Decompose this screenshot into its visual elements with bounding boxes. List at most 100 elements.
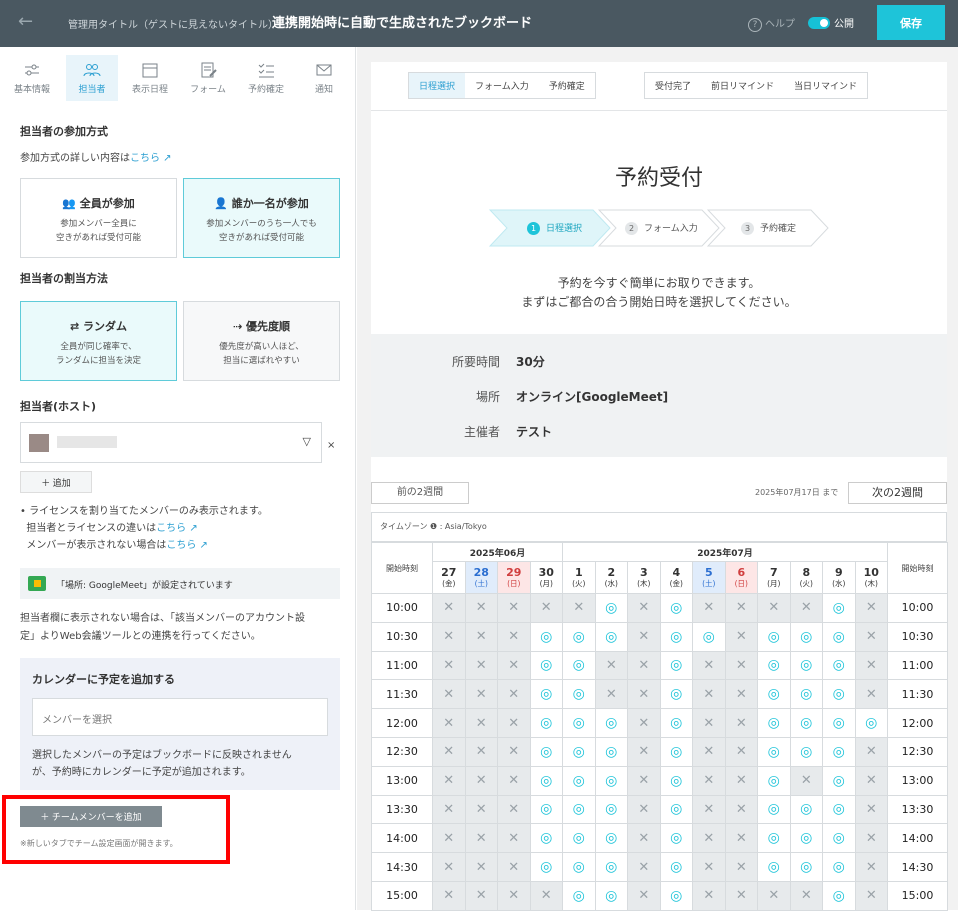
available-slot[interactable]: ◎ xyxy=(822,593,856,623)
available-slot[interactable]: ◎ xyxy=(659,794,694,825)
available-slot[interactable]: ◎ xyxy=(529,650,564,681)
step-tab-complete[interactable]: 受付完了 xyxy=(645,73,701,98)
tab-schedule[interactable]: 表示日程 xyxy=(124,55,176,101)
license-link[interactable]: こちら xyxy=(156,523,186,534)
available-slot[interactable]: ◎ xyxy=(789,708,824,738)
available-slot[interactable]: ◎ xyxy=(789,621,824,652)
option-random[interactable]: ⇄ ランダム 全員が同じ確率で、 ランダムに担当を決定 xyxy=(20,301,177,381)
available-slot[interactable]: ◎ xyxy=(822,736,856,767)
available-slot[interactable]: ◎ xyxy=(594,765,629,796)
available-slot[interactable]: ◎ xyxy=(692,621,726,652)
available-slot[interactable]: ◎ xyxy=(789,650,824,681)
available-slot[interactable]: ◎ xyxy=(529,679,564,710)
available-slot[interactable]: ◎ xyxy=(789,794,824,825)
available-slot[interactable]: ◎ xyxy=(854,708,889,738)
step-tab-confirm[interactable]: 予約確定 xyxy=(539,73,595,98)
available-slot[interactable]: ◎ xyxy=(659,679,694,710)
available-slot[interactable]: ◎ xyxy=(529,708,564,738)
available-slot[interactable]: ◎ xyxy=(529,765,564,796)
available-slot[interactable]: ◎ xyxy=(659,852,694,882)
available-slot[interactable]: ◎ xyxy=(562,621,596,652)
available-slot[interactable]: ◎ xyxy=(594,794,629,825)
available-slot[interactable]: ◎ xyxy=(562,650,596,681)
available-slot[interactable]: ◎ xyxy=(594,852,629,882)
available-slot[interactable]: ◎ xyxy=(594,621,629,652)
available-slot[interactable]: ◎ xyxy=(529,736,564,767)
next-two-weeks-button[interactable]: 次の2週間 xyxy=(848,482,947,504)
available-slot[interactable]: ◎ xyxy=(594,736,629,767)
available-slot[interactable]: ◎ xyxy=(789,852,824,882)
tab-basic-info[interactable]: 基本情報 xyxy=(6,55,58,101)
available-slot[interactable]: ◎ xyxy=(757,736,791,767)
add-host-button[interactable]: ＋ 追加 xyxy=(20,471,92,493)
available-slot[interactable]: ◎ xyxy=(822,823,856,854)
available-slot[interactable]: ◎ xyxy=(659,708,694,738)
tab-confirm[interactable]: 予約確定 xyxy=(240,55,292,101)
help-link[interactable]: ? ヘルプ xyxy=(748,15,795,32)
available-slot[interactable]: ◎ xyxy=(562,852,596,882)
available-slot[interactable]: ◎ xyxy=(529,823,564,854)
available-slot[interactable]: ◎ xyxy=(789,823,824,854)
member-select-input[interactable]: メンバーを選択 xyxy=(32,698,328,736)
tab-notification[interactable]: 通知 xyxy=(298,55,350,101)
available-slot[interactable]: ◎ xyxy=(562,823,596,854)
available-slot[interactable]: ◎ xyxy=(562,794,596,825)
available-slot[interactable]: ◎ xyxy=(562,765,596,796)
available-slot[interactable]: ◎ xyxy=(562,880,596,911)
available-slot[interactable]: ◎ xyxy=(757,621,791,652)
available-slot[interactable]: ◎ xyxy=(594,593,629,623)
available-slot[interactable]: ◎ xyxy=(789,679,824,710)
available-slot[interactable]: ◎ xyxy=(757,852,791,882)
available-slot[interactable]: ◎ xyxy=(659,593,694,623)
public-toggle[interactable] xyxy=(808,17,830,29)
prev-two-weeks-button[interactable]: 前の2週間 xyxy=(371,482,469,504)
board-title[interactable]: 連携開始時に自動で生成されたブックボード xyxy=(272,12,532,31)
available-slot[interactable]: ◎ xyxy=(822,765,856,796)
option-one-participate[interactable]: 👤 誰か一名が参加 参加メンバーのうち一人でも 空きがあれば受付可能 xyxy=(183,178,340,258)
available-slot[interactable]: ◎ xyxy=(562,708,596,738)
option-all-participate[interactable]: 👥 全員が参加 参加メンバー全員に 空きがあれば受付可能 xyxy=(20,178,177,258)
available-slot[interactable]: ◎ xyxy=(822,679,856,710)
unavailable-slot: ✕ xyxy=(854,765,889,796)
available-slot[interactable]: ◎ xyxy=(594,708,629,738)
available-slot[interactable]: ◎ xyxy=(659,880,694,911)
available-slot[interactable]: ◎ xyxy=(757,765,791,796)
available-slot[interactable]: ◎ xyxy=(659,621,694,652)
available-slot[interactable]: ◎ xyxy=(594,880,629,911)
available-slot[interactable]: ◎ xyxy=(659,736,694,767)
available-slot[interactable]: ◎ xyxy=(529,852,564,882)
host-select[interactable]: ▽ xyxy=(20,422,322,463)
step-tab-remind-day[interactable]: 当日リマインド xyxy=(784,73,867,98)
available-slot[interactable]: ◎ xyxy=(757,708,791,738)
available-slot[interactable]: ◎ xyxy=(757,679,791,710)
available-slot[interactable]: ◎ xyxy=(757,823,791,854)
available-slot[interactable]: ◎ xyxy=(659,765,694,796)
tab-hosts[interactable]: 担当者 xyxy=(66,55,118,101)
member-link[interactable]: こちら xyxy=(166,540,196,551)
available-slot[interactable]: ◎ xyxy=(822,650,856,681)
available-slot[interactable]: ◎ xyxy=(757,794,791,825)
step-tab-remind-prev[interactable]: 前日リマインド xyxy=(701,73,784,98)
available-slot[interactable]: ◎ xyxy=(594,823,629,854)
arrow-left-icon[interactable]: ← xyxy=(18,11,33,32)
available-slot[interactable]: ◎ xyxy=(562,736,596,767)
option-priority[interactable]: ⇢ 優先度順 優先度が高い人ほど、 担当に選ばれやすい xyxy=(183,301,340,381)
available-slot[interactable]: ◎ xyxy=(529,794,564,825)
participation-link[interactable]: こちら xyxy=(130,153,160,164)
available-slot[interactable]: ◎ xyxy=(757,650,791,681)
available-slot[interactable]: ◎ xyxy=(822,621,856,652)
step-tab-form[interactable]: フォーム入力 xyxy=(465,73,539,98)
available-slot[interactable]: ◎ xyxy=(822,794,856,825)
available-slot[interactable]: ◎ xyxy=(562,679,596,710)
remove-host-icon[interactable]: × xyxy=(327,440,335,451)
available-slot[interactable]: ◎ xyxy=(659,823,694,854)
available-slot[interactable]: ◎ xyxy=(822,708,856,738)
step-tab-date[interactable]: 日程選択 xyxy=(409,73,466,98)
available-slot[interactable]: ◎ xyxy=(789,736,824,767)
available-slot[interactable]: ◎ xyxy=(659,650,694,681)
save-button[interactable]: 保存 xyxy=(877,5,945,40)
available-slot[interactable]: ◎ xyxy=(529,621,564,652)
available-slot[interactable]: ◎ xyxy=(822,880,856,911)
tab-form[interactable]: フォーム xyxy=(182,55,234,101)
available-slot[interactable]: ◎ xyxy=(822,852,856,882)
